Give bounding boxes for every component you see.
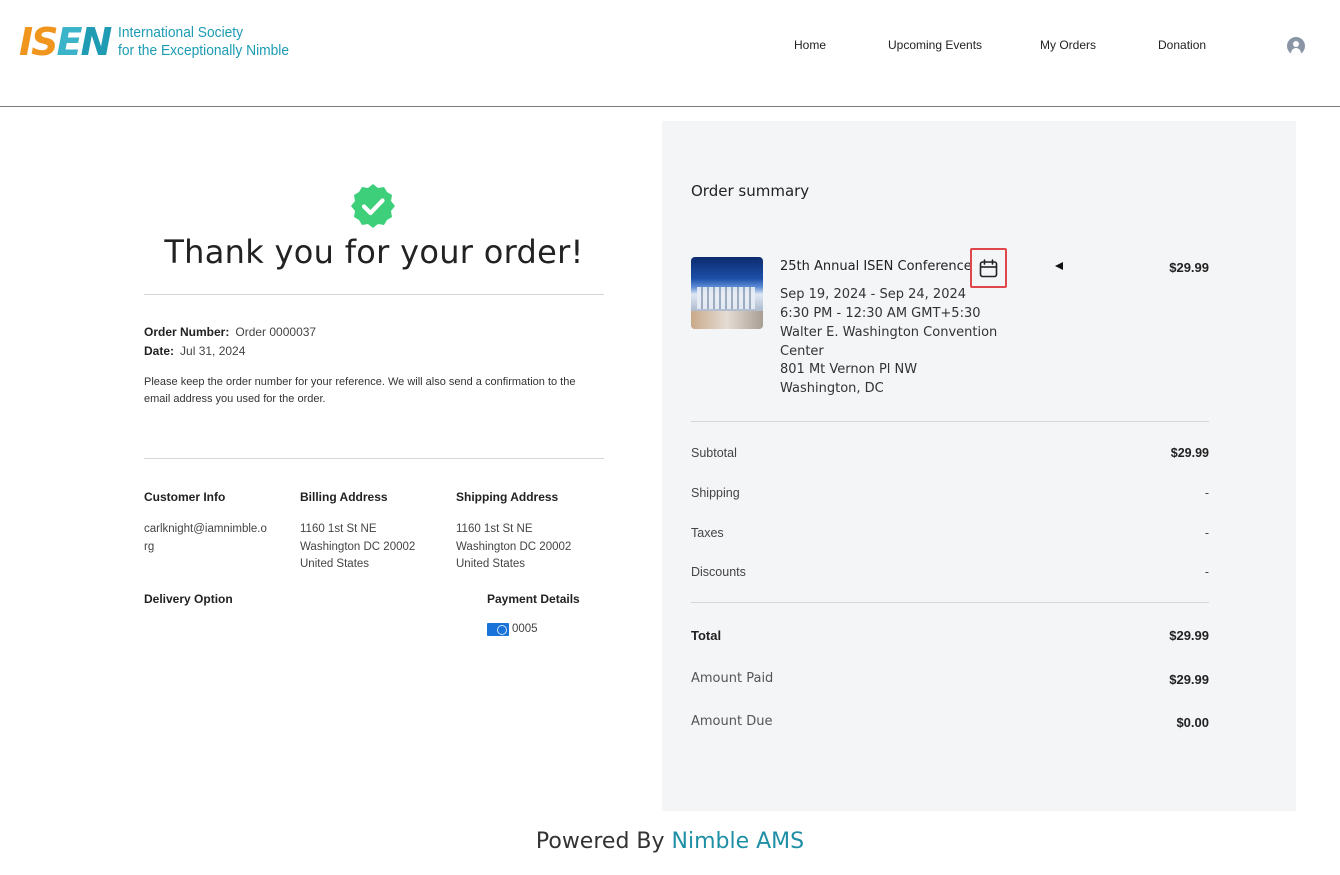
order-date-value: Jul 31, 2024 xyxy=(180,344,246,358)
reference-note: Please keep the order number for your re… xyxy=(144,376,576,405)
nav-home[interactable]: Home xyxy=(794,38,826,52)
billing-address: 1160 1st St NE Washington DC 20002 Unite… xyxy=(300,521,415,574)
caret-left-icon[interactable] xyxy=(1055,262,1063,270)
powered-by-text: Powered By xyxy=(535,829,665,854)
card-last-four: 0005 xyxy=(512,623,538,635)
event-price: $29.99 xyxy=(1169,260,1209,275)
taxes-value: - xyxy=(1204,526,1209,540)
order-date-label: Date: xyxy=(144,344,175,358)
event-thumbnail xyxy=(691,257,763,329)
delivery-option-heading: Delivery Option xyxy=(144,592,233,606)
shipping-address-heading: Shipping Address xyxy=(456,490,559,504)
user-avatar-icon[interactable] xyxy=(1287,37,1305,55)
nav-upcoming-events[interactable]: Upcoming Events xyxy=(888,38,982,52)
powered-by-footer: Powered By Nimble AMS xyxy=(0,829,1340,854)
order-date-row: Date: Jul 31, 2024 xyxy=(144,344,245,358)
shipping-value: - xyxy=(1204,486,1209,500)
event-times: 6:30 PM - 12:30 AM GMT+5:30 xyxy=(780,306,981,321)
payment-details-heading: Payment Details xyxy=(487,592,580,606)
divider xyxy=(144,294,604,295)
order-number-value: Order 0000037 xyxy=(235,325,317,339)
subtotal-value: $29.99 xyxy=(1170,446,1209,460)
amount-due-label: Amount Due xyxy=(691,714,773,729)
divider xyxy=(691,602,1209,603)
page-title: Thank you for your order! xyxy=(164,233,584,271)
event-name[interactable]: 25th Annual ISEN Conference xyxy=(780,259,972,274)
nimble-ams-link[interactable]: Nimble AMS xyxy=(672,829,805,854)
event-city: Washington, DC xyxy=(780,381,884,396)
site-header: ISEN International Society for the Excep… xyxy=(0,0,1340,107)
subtotal-label: Subtotal xyxy=(691,446,737,460)
main-nav: Home Upcoming Events My Orders Donation xyxy=(0,38,1340,54)
taxes-label: Taxes xyxy=(691,526,724,540)
event-street: 801 Mt Vernon Pl NW xyxy=(780,362,918,377)
amount-paid-value: $29.99 xyxy=(1169,672,1209,687)
total-value: $29.99 xyxy=(1169,628,1209,643)
nav-my-orders[interactable]: My Orders xyxy=(1040,38,1096,52)
shipping-address-line: 1160 1st St NE xyxy=(456,523,533,535)
credit-card-icon xyxy=(487,623,509,636)
check-badge-icon xyxy=(351,184,395,228)
billing-address-line: 1160 1st St NE xyxy=(300,523,377,535)
divider xyxy=(144,458,604,459)
customer-email-line: carlknight@iamnimble.o xyxy=(144,523,267,535)
shipping-address: 1160 1st St NE Washington DC 20002 Unite… xyxy=(456,521,571,574)
shipping-address-line: Washington DC 20002 xyxy=(456,540,572,553)
shipping-address-line: United States xyxy=(456,558,526,570)
order-summary-title: Order summary xyxy=(691,182,810,200)
total-label: Total xyxy=(691,628,722,643)
customer-email-line: rg xyxy=(144,540,155,553)
discounts-value: - xyxy=(1204,565,1209,579)
event-venue-cont: Center xyxy=(780,344,824,359)
billing-address-heading: Billing Address xyxy=(300,490,388,504)
event-dates: Sep 19, 2024 - Sep 24, 2024 xyxy=(780,287,967,302)
shipping-label: Shipping xyxy=(691,486,740,500)
order-number-label: Order Number: xyxy=(144,325,230,339)
discounts-label: Discounts xyxy=(691,565,746,579)
divider xyxy=(691,421,1209,422)
billing-address-line: Washington DC 20002 xyxy=(300,540,416,553)
calendar-icon xyxy=(979,259,998,278)
order-summary-panel xyxy=(662,121,1296,811)
amount-due-value: $0.00 xyxy=(1176,715,1209,730)
nav-donation[interactable]: Donation xyxy=(1158,38,1206,52)
add-to-calendar-button[interactable] xyxy=(970,248,1007,288)
billing-address-line: United States xyxy=(300,558,370,570)
customer-email: carlknight@iamnimble.o rg xyxy=(144,521,274,556)
amount-paid-label: Amount Paid xyxy=(691,671,774,686)
order-number-row: Order Number: Order 0000037 xyxy=(144,325,316,339)
customer-info-heading: Customer Info xyxy=(144,490,226,504)
event-venue: Walter E. Washington Convention xyxy=(780,325,998,340)
